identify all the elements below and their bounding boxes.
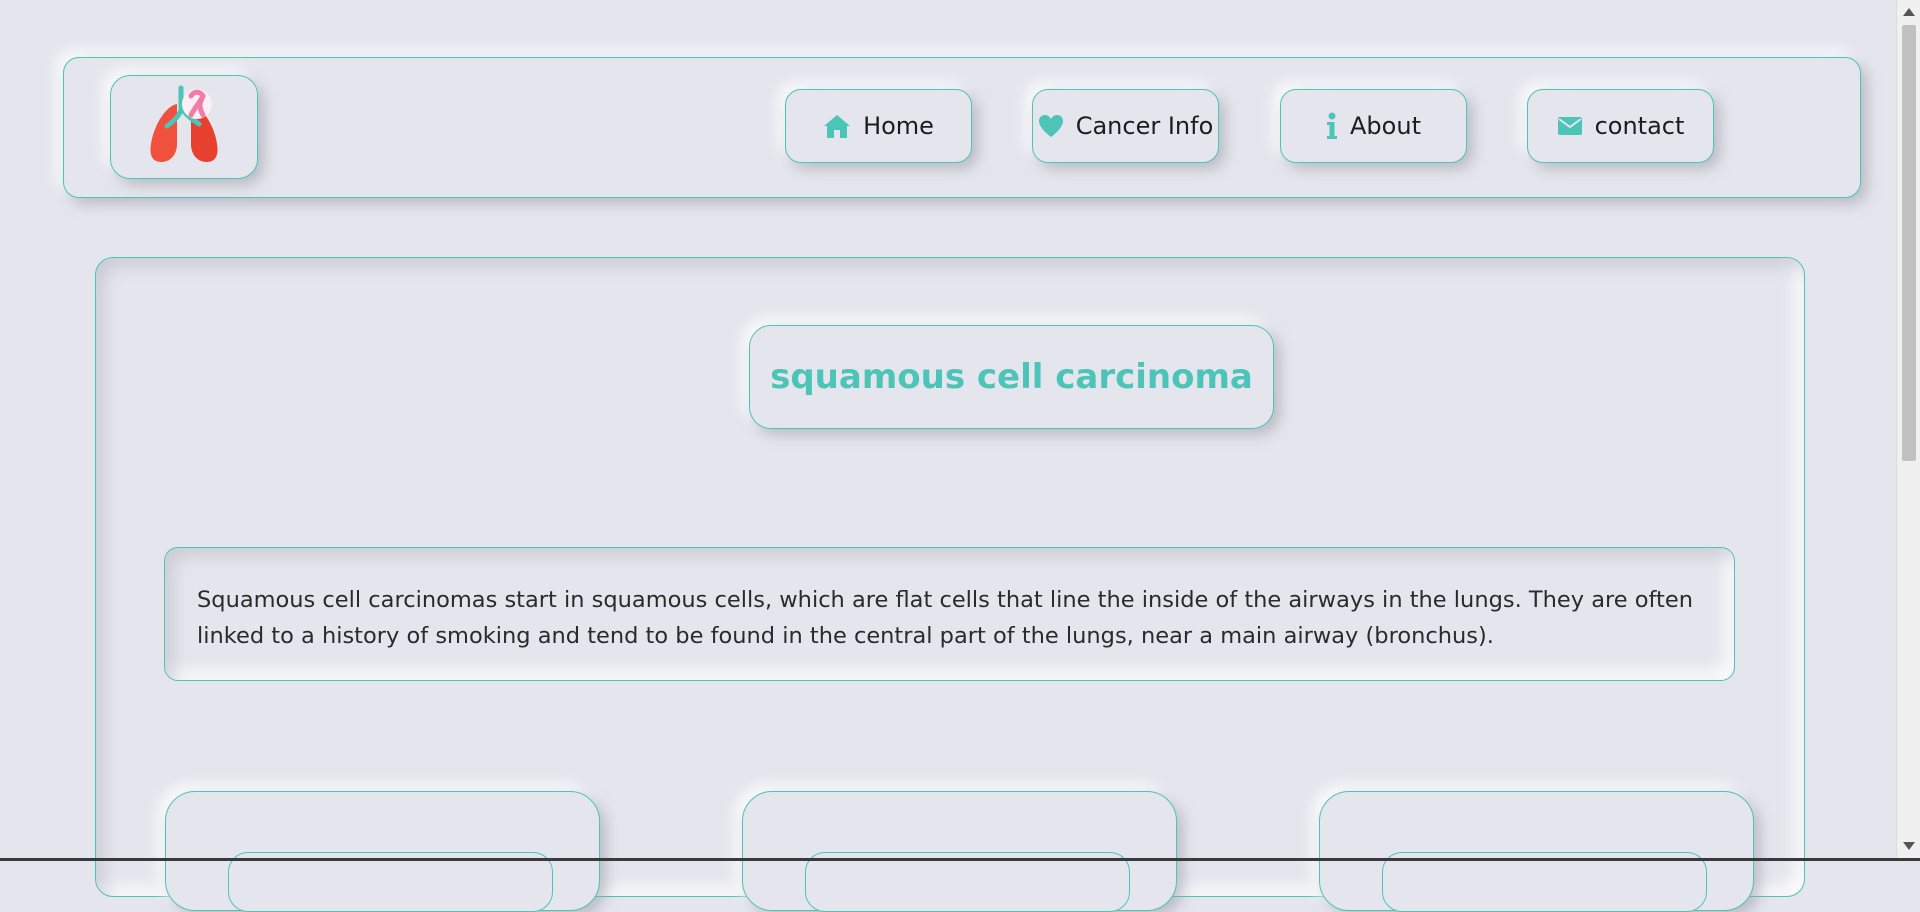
scroll-down-arrow-icon[interactable]	[1903, 842, 1915, 850]
info-icon	[1327, 112, 1338, 139]
nav-contact-button[interactable]: contact	[1527, 89, 1714, 163]
envelope-icon	[1557, 117, 1582, 135]
title-card: squamous cell carcinoma	[749, 325, 1274, 429]
vertical-scrollbar[interactable]	[1896, 0, 1920, 861]
heart-icon	[1038, 115, 1063, 137]
nav-contact-label: contact	[1594, 112, 1685, 140]
nav-home-button[interactable]: Home	[785, 89, 972, 163]
nav-about-button[interactable]: About	[1280, 89, 1467, 163]
scroll-thumb[interactable]	[1902, 25, 1916, 461]
nav-about-label: About	[1350, 112, 1421, 140]
lungs-ribbon-icon	[150, 85, 218, 162]
nav-cancer-info-button[interactable]: Cancer Info	[1032, 89, 1219, 163]
logo[interactable]	[110, 75, 258, 179]
description-card: Squamous cell carcinomas start in squamo…	[164, 547, 1735, 681]
page-title: squamous cell carcinoma	[770, 357, 1253, 397]
info-card-3[interactable]	[1319, 791, 1754, 912]
info-card-3-inner	[1382, 852, 1707, 912]
info-card-2-inner	[805, 852, 1130, 912]
info-card-1[interactable]	[165, 791, 600, 912]
nav-cancer-info-label: Cancer Info	[1075, 112, 1214, 140]
info-card-2[interactable]	[742, 791, 1177, 912]
home-icon	[824, 115, 851, 138]
description-text: Squamous cell carcinomas start in squamo…	[197, 587, 1693, 649]
info-card-1-inner	[228, 852, 553, 912]
scroll-up-arrow-icon[interactable]	[1903, 8, 1915, 16]
nav-home-label: Home	[863, 112, 934, 140]
